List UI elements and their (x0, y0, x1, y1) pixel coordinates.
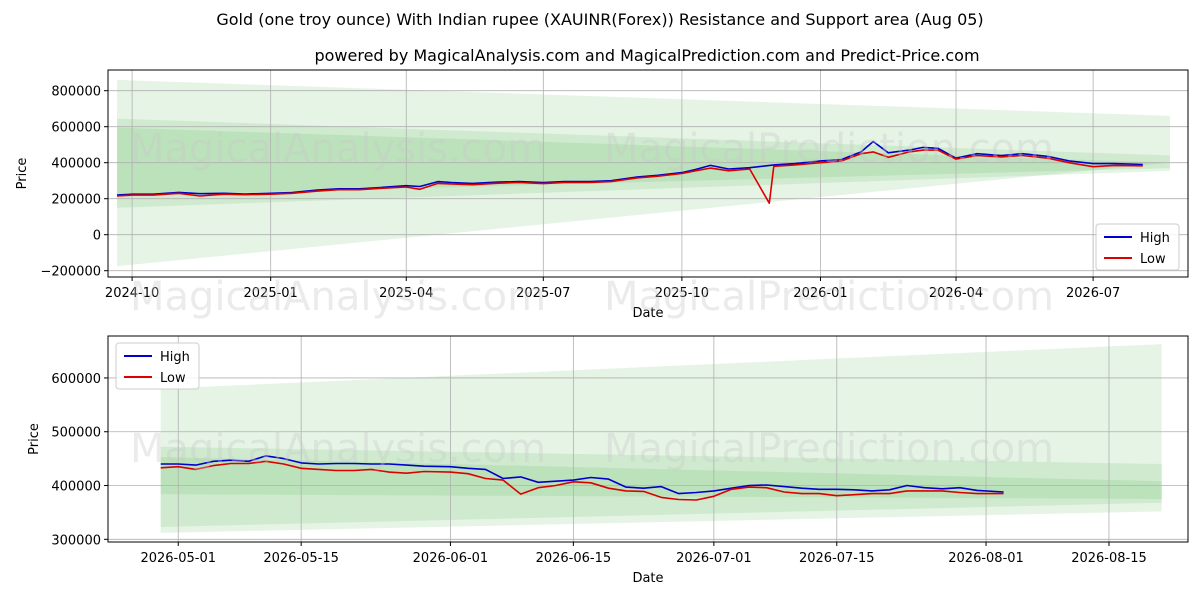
x-tick-label: 2026-07-01 (676, 551, 752, 566)
watermark-text: MagicalAnalysis.com (130, 274, 546, 320)
y-axis: −200000 0 200000 400000 600000 800000 (40, 85, 108, 280)
x-tick-label: 2026-08-01 (948, 551, 1024, 566)
x-tick-label: 2026-07-15 (799, 551, 875, 566)
x-tick-label: 2026-06-01 (413, 551, 489, 566)
watermark-text: MagicalPrediction.com (604, 126, 1054, 172)
y-tick-label: 400000 (51, 157, 101, 172)
x-axis: 2026-05-01 2026-05-15 2026-06-01 2026-06-15… (140, 542, 1147, 566)
x-tick-label: 2026-05-01 (140, 551, 216, 566)
y-tick-label: 200000 (51, 193, 101, 208)
legend-label-high: High (1140, 231, 1170, 246)
y-tick-label: −200000 (40, 265, 101, 280)
y-tick-label: 0 (93, 229, 101, 244)
watermark-text: MagicalAnalysis.com (130, 426, 546, 472)
y-tick-label: 500000 (51, 426, 101, 441)
chart-canvas: 2024-10 2025-01 2025-04 2025-07 2025-10 2026-… (15, 69, 1189, 586)
y-tick-label: 400000 (51, 480, 101, 495)
y-tick-label: 600000 (51, 372, 101, 387)
x-axis-label: Date (632, 571, 663, 586)
legend: High Low (115, 342, 200, 390)
legend-label-high: High (160, 350, 190, 365)
y-axis-label: Price (15, 158, 30, 190)
y-tick-label: 300000 (51, 533, 101, 548)
legend-label-low: Low (1140, 252, 1166, 267)
x-tick-label: 2026-06-15 (536, 551, 612, 566)
support-resistance-bands (117, 79, 1170, 267)
y-axis: 300000 400000 500000 600000 (51, 372, 108, 548)
y-tick-label: 800000 (51, 85, 101, 100)
legend-label-low: Low (160, 371, 186, 386)
y-tick-label: 600000 (51, 121, 101, 136)
y-axis-label: Price (27, 423, 42, 455)
x-tick-label: 2026-05-15 (263, 551, 339, 566)
watermark-text: MagicalAnalysis.com (130, 126, 546, 172)
x-tick-label: 2026-08-15 (1071, 551, 1147, 566)
x-tick-label: 2026-07 (1066, 286, 1120, 301)
watermark-text: MagicalPrediction.com (604, 274, 1054, 320)
watermark-text: MagicalPrediction.com (604, 426, 1054, 472)
legend: High Low (1095, 223, 1180, 271)
